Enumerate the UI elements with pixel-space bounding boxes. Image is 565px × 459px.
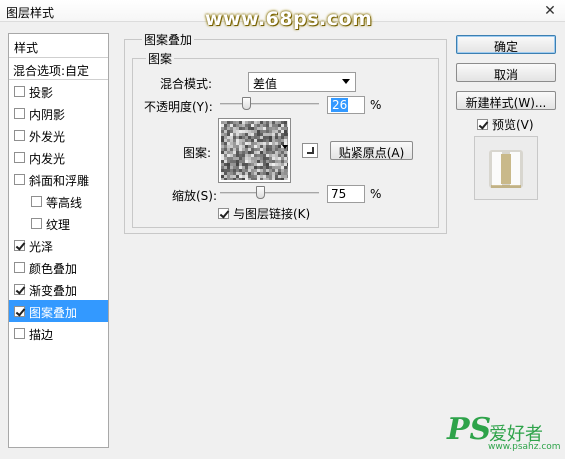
style-item-checkbox[interactable] [31, 196, 42, 207]
pattern-picker-arrow-icon[interactable] [282, 145, 288, 149]
preview-checkbox-box[interactable] [477, 119, 488, 130]
style-item-label: 斜面和浮雕 [29, 174, 90, 188]
window-title: 图层样式 [6, 6, 55, 20]
pattern-preview [221, 121, 288, 180]
style-item[interactable]: 渐变叠加 [9, 278, 108, 300]
style-item-checkbox[interactable] [14, 262, 25, 273]
style-item-checkbox[interactable] [14, 130, 25, 141]
link-with-layer-label: 与图层链接(K) [233, 207, 311, 221]
scale-percent: % [370, 187, 382, 201]
opacity-slider-track[interactable] [220, 103, 319, 105]
cancel-button[interactable]: 取消 [456, 63, 556, 82]
style-item-checkbox[interactable] [31, 218, 42, 229]
style-item-label: 等高线 [46, 196, 83, 210]
style-item-checkbox[interactable] [14, 328, 25, 339]
style-item-checkbox[interactable] [14, 108, 25, 119]
close-icon[interactable]: ✕ [539, 2, 561, 20]
style-item-checkbox[interactable] [14, 240, 25, 251]
style-item[interactable]: 光泽 [9, 234, 108, 256]
style-item[interactable]: 等高线 [9, 190, 108, 212]
style-item-label: 内阴影 [29, 108, 66, 122]
style-item[interactable]: 投影 [9, 80, 108, 102]
blend-mode-value: 差值 [253, 77, 278, 91]
style-item[interactable]: 纹理 [9, 212, 108, 234]
style-item-label: 描边 [29, 328, 54, 342]
pattern-label: 图案: [183, 146, 212, 160]
styles-list: 样式 混合选项:自定 投影内阴影外发光内发光斜面和浮雕等高线纹理光泽颜色叠加渐变… [8, 33, 109, 448]
blend-mode-select[interactable]: 差值 [248, 72, 356, 92]
pattern-swatch[interactable] [218, 118, 291, 183]
site-watermark: www.68ps.com [205, 8, 373, 30]
scale-value: 75 [331, 187, 347, 201]
style-item[interactable]: 图案叠加 [9, 300, 108, 322]
group-title: 图案 [146, 50, 175, 67]
link-with-layer-checkbox[interactable]: 与图层链接(K) [218, 205, 310, 222]
style-item[interactable]: 斜面和浮雕 [9, 168, 108, 190]
style-item-label: 渐变叠加 [29, 284, 78, 298]
style-item-label: 图案叠加 [29, 306, 78, 320]
scale-label: 缩放(S): [172, 189, 218, 203]
preview-checkbox[interactable]: 预览(V) [477, 116, 534, 133]
scale-slider-track[interactable] [220, 192, 319, 194]
styles-header[interactable]: 样式 [9, 34, 108, 58]
new-style-button[interactable]: 新建样式(W)... [456, 91, 556, 110]
blend-options-item[interactable]: 混合选项:自定 [9, 58, 108, 80]
style-item-checkbox[interactable] [14, 174, 25, 185]
style-item[interactable]: 内阴影 [9, 102, 108, 124]
ps-url: www.psahz.com [488, 442, 561, 452]
opacity-input[interactable]: 26 [327, 96, 365, 114]
opacity-label: 不透明度(Y): [144, 100, 213, 114]
style-item[interactable]: 描边 [9, 322, 108, 344]
ok-button[interactable]: 确定 [456, 35, 556, 54]
style-preview [474, 136, 538, 200]
ps-logo: PS [447, 412, 492, 447]
style-item-label: 光泽 [29, 240, 54, 254]
new-preset-icon[interactable] [302, 143, 318, 158]
style-item-label: 纹理 [46, 218, 71, 232]
blend-mode-label: 混合模式: [160, 77, 213, 91]
section-title: 图案叠加 [142, 31, 195, 48]
style-item-checkbox[interactable] [14, 306, 25, 317]
scale-slider-thumb[interactable] [255, 186, 265, 199]
style-item[interactable]: 内发光 [9, 146, 108, 168]
style-item-label: 外发光 [29, 130, 66, 144]
style-item[interactable]: 外发光 [9, 124, 108, 146]
style-item-checkbox[interactable] [14, 152, 25, 163]
style-item-label: 内发光 [29, 152, 66, 166]
preview-label: 预览(V) [492, 118, 534, 132]
style-item-label: 颜色叠加 [29, 262, 78, 276]
link-checkbox-box[interactable] [218, 208, 229, 219]
chevron-down-icon [342, 79, 350, 84]
style-item-label: 投影 [29, 86, 54, 100]
opacity-slider-thumb[interactable] [241, 97, 251, 110]
opacity-percent: % [370, 98, 382, 112]
style-item-checkbox[interactable] [14, 284, 25, 295]
opacity-value: 26 [331, 98, 349, 112]
style-item[interactable]: 颜色叠加 [9, 256, 108, 278]
preview-thumbnail [475, 137, 537, 199]
scale-input[interactable]: 75 [327, 185, 365, 203]
snap-to-origin-button[interactable]: 贴紧原点(A) [330, 141, 413, 160]
style-item-checkbox[interactable] [14, 86, 25, 97]
